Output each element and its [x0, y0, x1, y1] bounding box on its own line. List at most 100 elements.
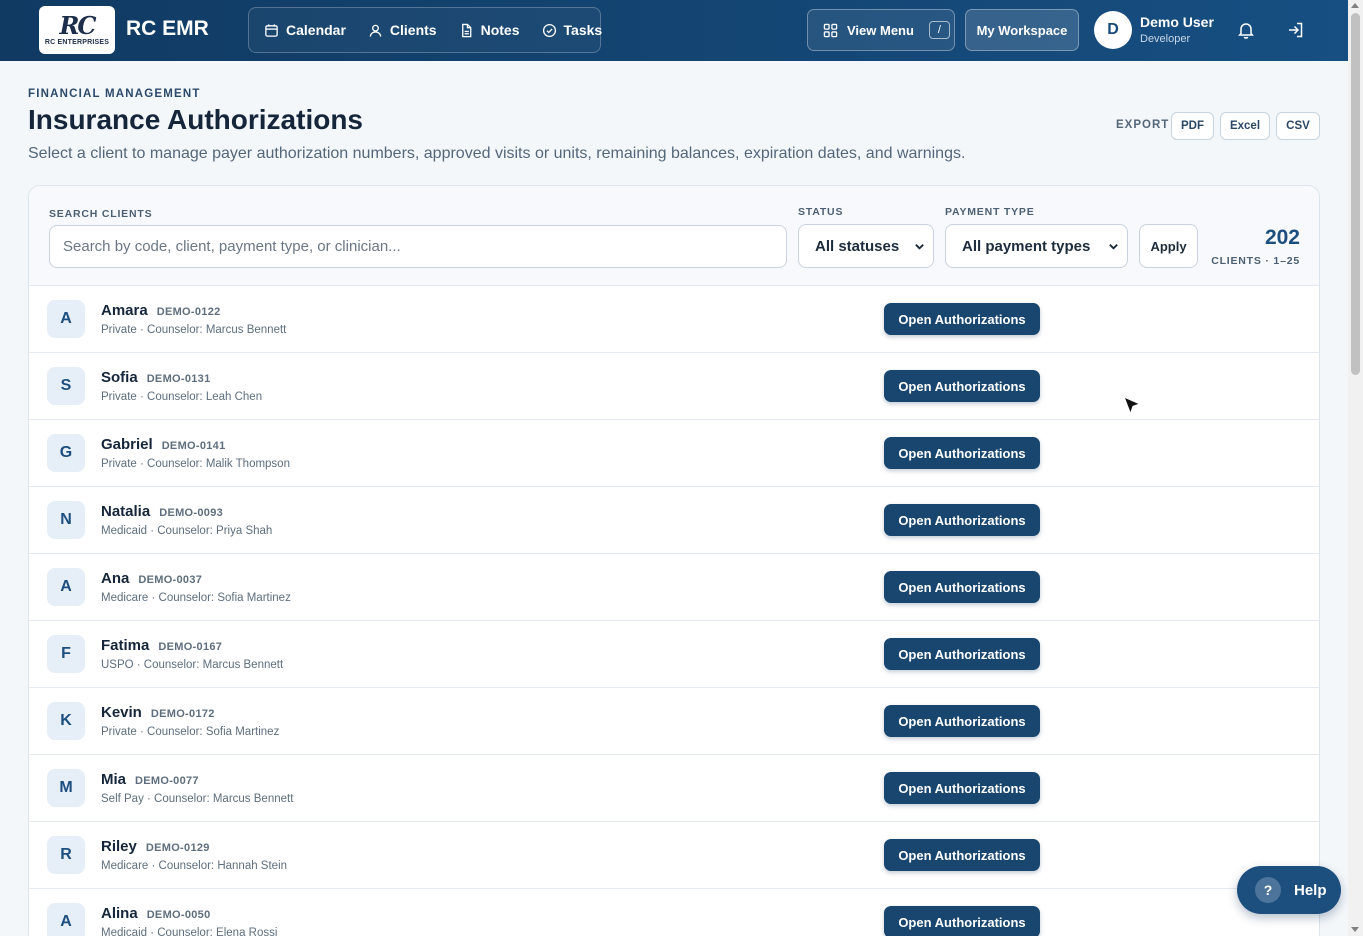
client-name[interactable]: Kevin	[101, 704, 142, 721]
client-code: DEMO-0122	[156, 306, 221, 318]
open-authorizations-button[interactable]: Open Authorizations	[884, 906, 1040, 936]
client-name-line: Gabriel DEMO-0141	[101, 436, 226, 453]
payment-type-value: All payment types	[962, 237, 1091, 255]
client-meta: USPO · Counselor: Marcus Bennett	[101, 659, 284, 671]
client-name[interactable]: Riley	[101, 838, 137, 855]
client-code: DEMO-0172	[150, 708, 215, 720]
check-circle-icon	[542, 23, 556, 37]
nav-item-tasks[interactable]: Tasks	[542, 22, 602, 38]
client-list: A Amara DEMO-0122 Private · Counselor: Marc…	[29, 286, 1319, 936]
client-initial-avatar: F	[47, 635, 85, 673]
user-icon	[369, 24, 382, 37]
app-logo[interactable]: RC RC ENTERPRISES	[39, 6, 115, 54]
client-row: A Ana DEMO-0037 Medicare · Counselor: Sofia…	[29, 554, 1319, 621]
page-scrollbar[interactable]	[1348, 0, 1363, 936]
help-label: Help	[1294, 881, 1327, 899]
client-count-range: CLIENTS · 1–25	[1211, 255, 1300, 267]
client-meta: Medicare · Counselor: Hannah Stein	[101, 860, 288, 872]
client-name-line: Natalia DEMO-0093	[101, 503, 223, 520]
client-initial-avatar: N	[47, 501, 85, 539]
client-name[interactable]: Ana	[101, 570, 129, 587]
client-initial-avatar: K	[47, 702, 85, 740]
search-input[interactable]	[49, 225, 787, 268]
chevron-down-icon	[1109, 244, 1118, 250]
client-name-line: Mia DEMO-0077	[101, 771, 199, 788]
open-authorizations-button[interactable]: Open Authorizations	[884, 303, 1040, 335]
open-authorizations-button[interactable]: Open Authorizations	[884, 437, 1040, 469]
calendar-icon	[265, 23, 278, 37]
scroll-thumb[interactable]	[1351, 13, 1360, 375]
shortcut-key: /	[928, 21, 950, 39]
open-authorizations-button[interactable]: Open Authorizations	[884, 571, 1040, 603]
user-role: Developer	[1140, 33, 1191, 45]
client-name-line: Fatima DEMO-0167	[101, 637, 222, 654]
grid-icon	[823, 23, 838, 37]
status-select[interactable]: All statuses	[798, 224, 934, 268]
user-name: Demo User	[1140, 14, 1214, 30]
client-row: G Gabriel DEMO-0141 Private · Counselor: Ma…	[29, 420, 1319, 487]
open-authorizations-button[interactable]: Open Authorizations	[884, 504, 1040, 536]
nav-label-notes: Notes	[480, 22, 520, 38]
view-menu-button[interactable]: View Menu /	[807, 9, 955, 51]
client-code: DEMO-0167	[158, 641, 223, 653]
client-name[interactable]: Sofia	[101, 369, 138, 386]
client-name[interactable]: Alina	[101, 905, 138, 922]
client-name[interactable]: Amara	[101, 302, 148, 319]
export-label: EXPORT	[1116, 119, 1170, 131]
client-name[interactable]: Fatima	[101, 637, 149, 654]
open-authorizations-button[interactable]: Open Authorizations	[884, 772, 1040, 804]
page-title: Insurance Authorizations	[28, 104, 364, 135]
question-icon: ?	[1255, 877, 1281, 903]
open-authorizations-button[interactable]: Open Authorizations	[884, 705, 1040, 737]
user-avatar[interactable]: D	[1094, 11, 1132, 49]
client-row: F Fatima DEMO-0167 USPO · Counselor: Marcus…	[29, 621, 1319, 688]
export-excel-button[interactable]: Excel	[1220, 112, 1270, 140]
client-meta: Private · Counselor: Leah Chen	[101, 391, 263, 403]
client-row: A Amara DEMO-0122 Private · Counselor: Marc…	[29, 286, 1319, 353]
nav-item-calendar[interactable]: Calendar	[264, 22, 346, 38]
view-menu-label: View Menu	[847, 22, 914, 38]
client-row: R Riley DEMO-0129 Medicare · Counselor: Han…	[29, 822, 1319, 889]
client-name-line: Riley DEMO-0129	[101, 838, 210, 855]
client-name-line: Sofia DEMO-0131	[101, 369, 211, 386]
client-code: DEMO-0141	[161, 440, 226, 452]
client-name-line: Alina DEMO-0050	[101, 905, 211, 922]
client-initial-avatar: A	[47, 568, 85, 606]
scroll-down-arrow-icon[interactable]	[1351, 927, 1359, 932]
export-pdf-button[interactable]: PDF	[1171, 112, 1214, 140]
client-code: DEMO-0131	[146, 373, 211, 385]
client-code: DEMO-0129	[145, 842, 210, 854]
client-count: 202	[1264, 226, 1300, 249]
client-name[interactable]: Mia	[101, 771, 126, 788]
client-code: DEMO-0037	[138, 574, 203, 586]
client-initial-avatar: S	[47, 367, 85, 405]
bell-icon[interactable]	[1236, 20, 1256, 40]
client-code: DEMO-0077	[135, 775, 199, 787]
client-name[interactable]: Natalia	[101, 503, 150, 520]
nav-item-notes[interactable]: Notes	[459, 22, 520, 38]
main-nav: Calendar Clients Notes Tasks	[248, 7, 602, 53]
mouse-cursor-icon	[1123, 396, 1141, 415]
client-meta: Medicare · Counselor: Sofia Martinez	[101, 592, 291, 604]
logout-icon[interactable]	[1286, 20, 1306, 40]
payment-type-select[interactable]: All payment types	[945, 224, 1128, 268]
help-button[interactable]: ? Help	[1237, 866, 1341, 914]
scroll-up-arrow-icon[interactable]	[1351, 3, 1359, 8]
open-authorizations-button[interactable]: Open Authorizations	[884, 839, 1040, 871]
open-authorizations-button[interactable]: Open Authorizations	[884, 638, 1040, 670]
nav-label-calendar: Calendar	[286, 22, 346, 38]
client-meta: Private · Counselor: Sofia Martinez	[101, 726, 280, 738]
client-meta: Private · Counselor: Marcus Bennett	[101, 324, 287, 336]
filter-bar: SEARCH CLIENTS STATUS All statuses PAYME…	[29, 186, 1319, 286]
client-name[interactable]: Gabriel	[101, 436, 153, 453]
client-meta: Medicaid · Counselor: Priya Shah	[101, 525, 273, 537]
client-row: N Natalia DEMO-0093 Medicaid · Counselor: P…	[29, 487, 1319, 554]
my-workspace-button[interactable]: My Workspace	[965, 9, 1079, 51]
client-initial-avatar: M	[47, 769, 85, 807]
client-initial-avatar: G	[47, 434, 85, 472]
export-csv-button[interactable]: CSV	[1276, 112, 1320, 140]
section-eyebrow: FINANCIAL MANAGEMENT	[28, 88, 201, 100]
nav-item-clients[interactable]: Clients	[368, 22, 437, 38]
open-authorizations-button[interactable]: Open Authorizations	[884, 370, 1040, 402]
payment-type-label: PAYMENT TYPE	[945, 206, 1035, 218]
